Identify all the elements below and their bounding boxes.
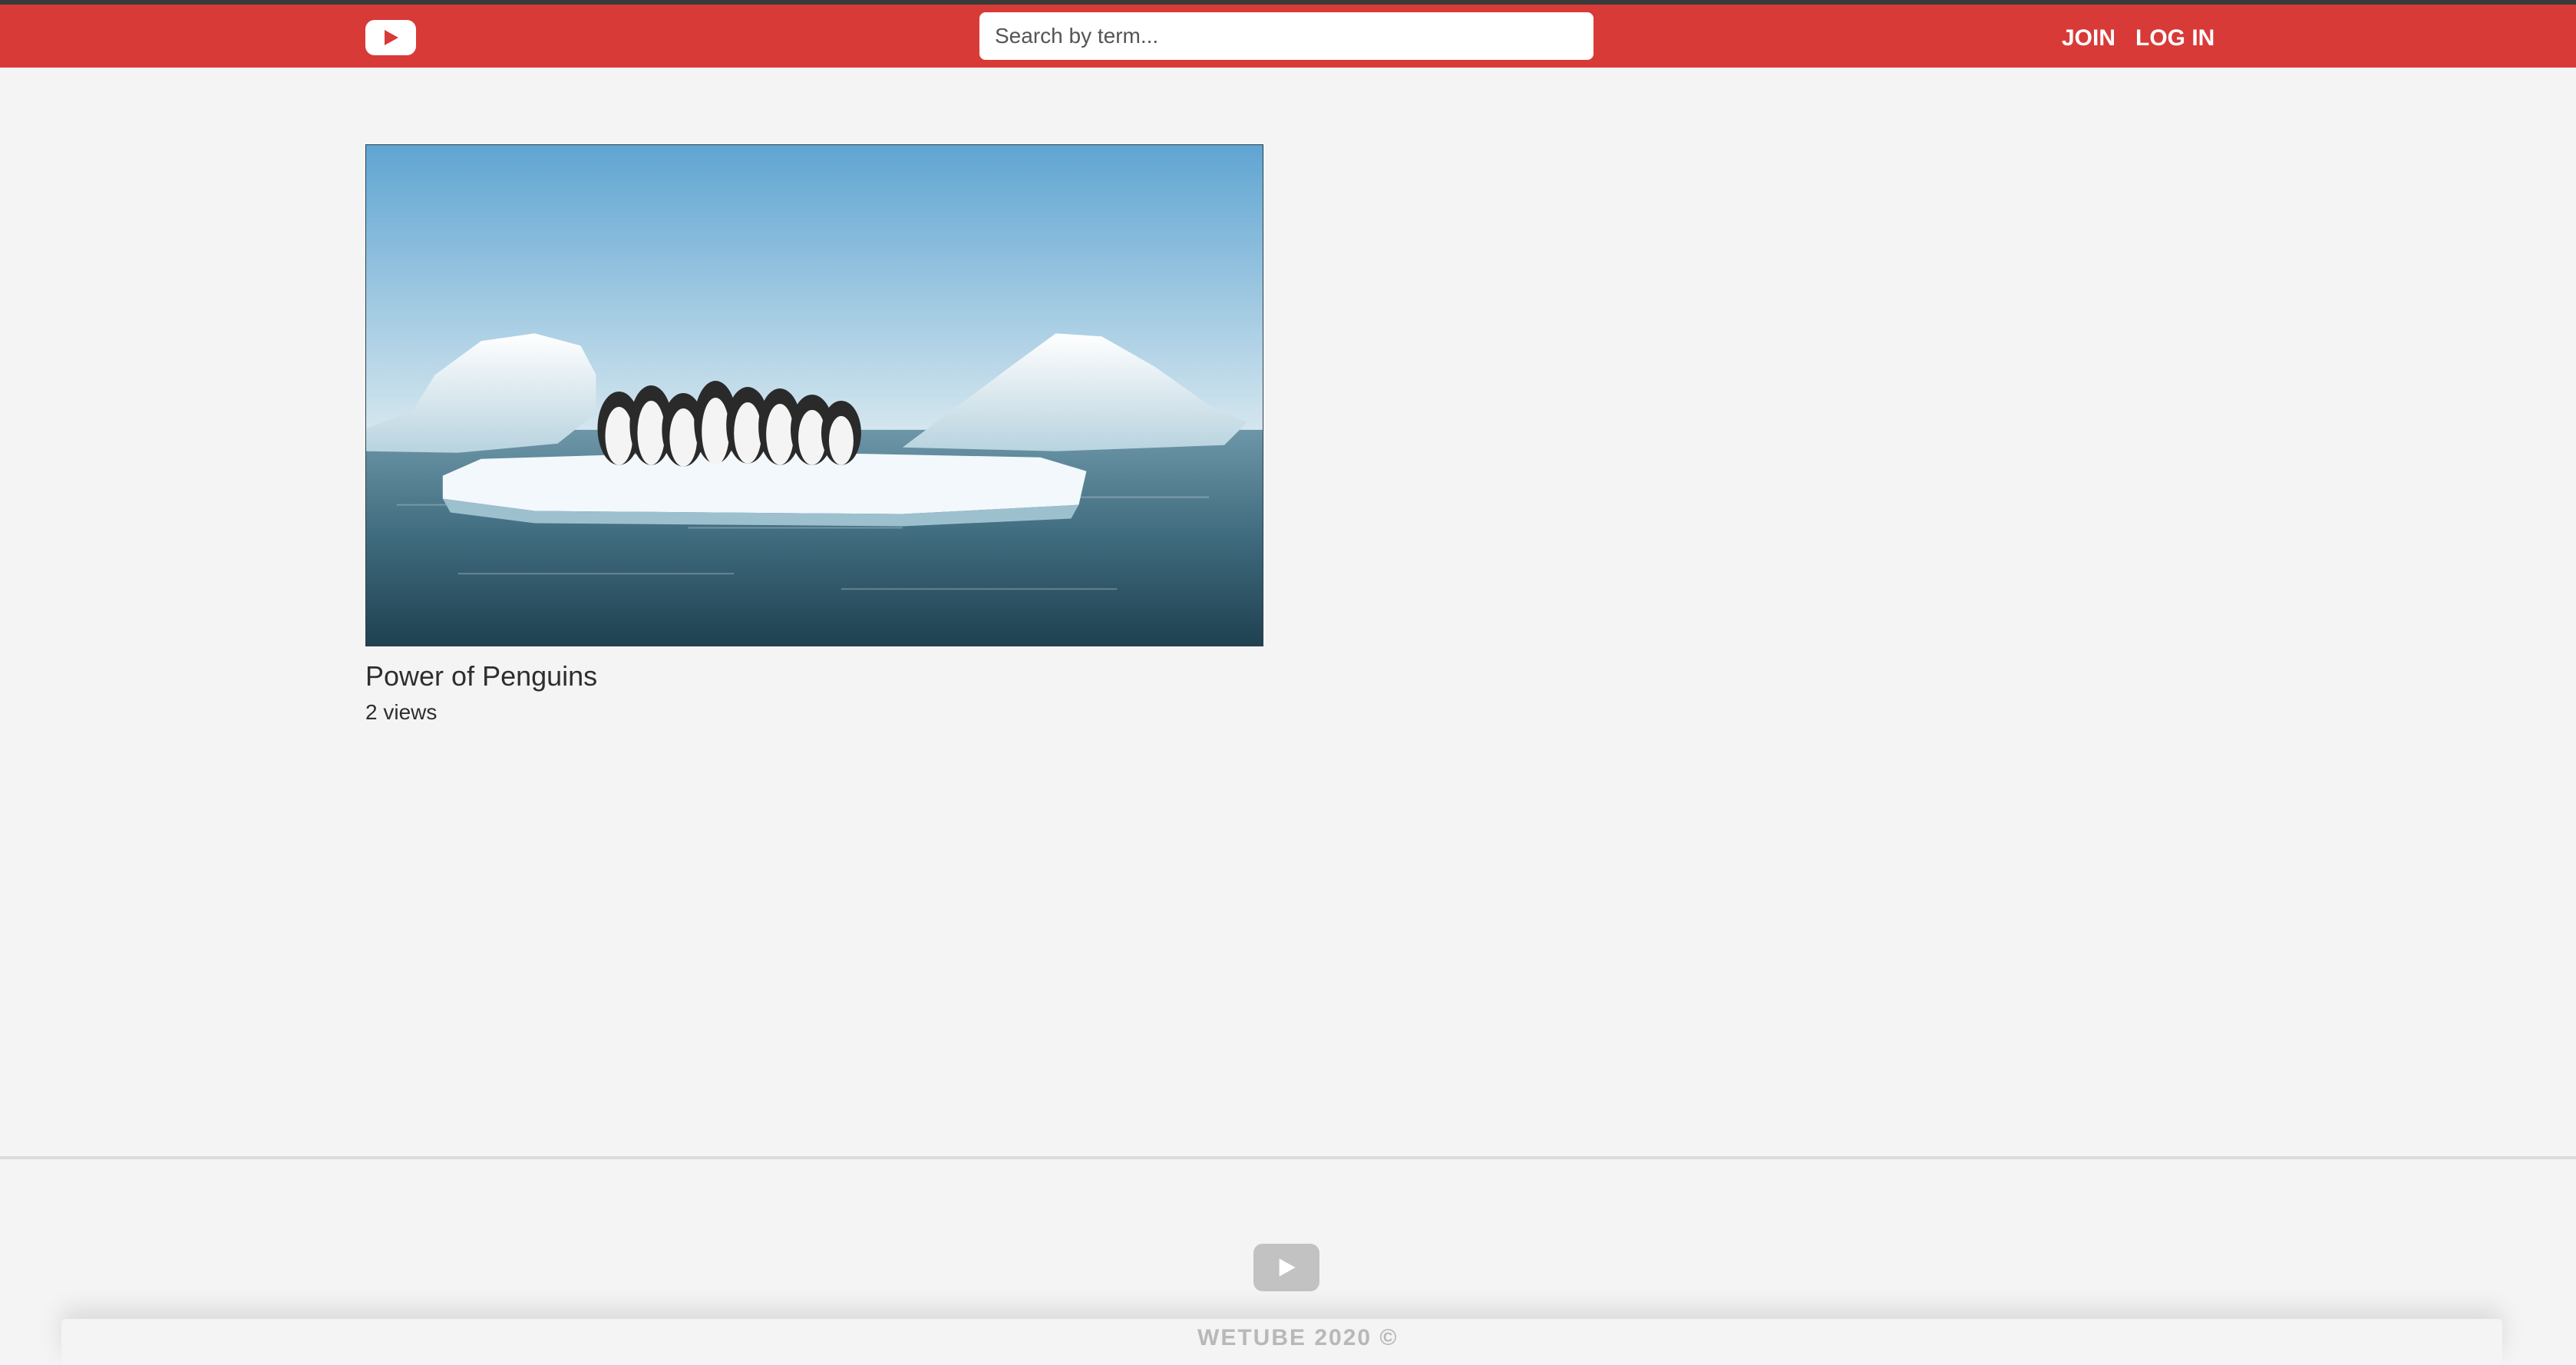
- home-logo-button[interactable]: [365, 20, 416, 55]
- footer-logo: [1253, 1244, 1319, 1291]
- join-link[interactable]: JOIN: [2062, 25, 2115, 52]
- video-thumbnail[interactable]: [365, 144, 1263, 646]
- footer-divider: [0, 1156, 2576, 1159]
- youtube-play-icon: [1279, 1258, 1296, 1277]
- search-input[interactable]: [979, 12, 1593, 60]
- video-views: 2 views: [365, 700, 438, 724]
- header: JOIN LOG IN: [0, 5, 2576, 68]
- footer-copyright: WETUBE 2020 ©: [1197, 1325, 1399, 1350]
- youtube-play-icon: [385, 30, 398, 45]
- video-card[interactable]: Power of Penguins 2 views: [365, 144, 1263, 724]
- login-link[interactable]: LOG IN: [2135, 25, 2214, 52]
- video-title[interactable]: Power of Penguins: [365, 660, 597, 692]
